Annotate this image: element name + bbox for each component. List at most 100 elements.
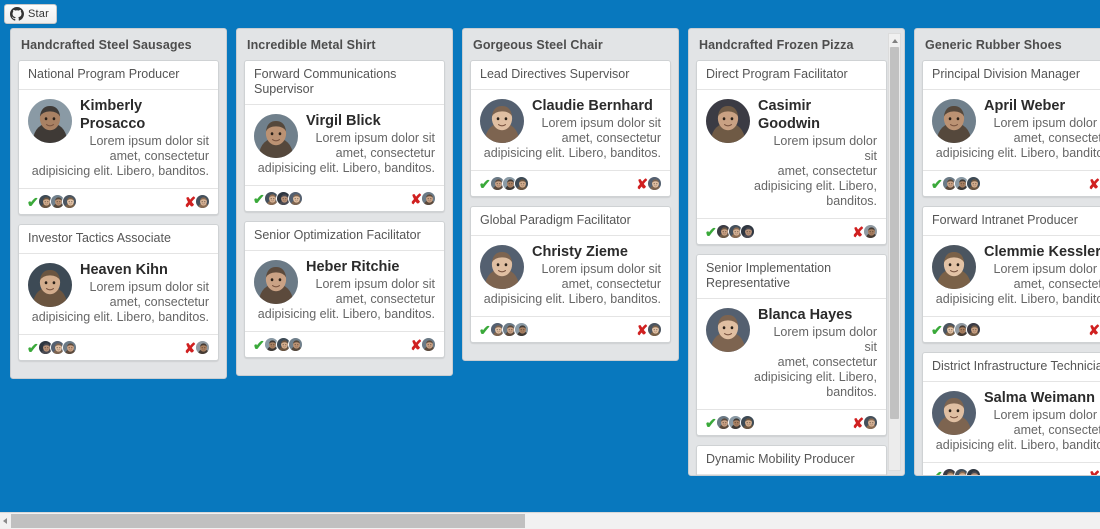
upvote-group[interactable]: ✔ [931,322,981,337]
downvote-group[interactable]: ✘ [1088,468,1100,475]
upvote-group[interactable]: ✔ [931,468,981,475]
column-vertical-scrollbar[interactable] [888,33,901,471]
downvote-group[interactable]: ✘ [184,194,210,209]
board-column: Incredible Metal Shirt Forward Communicat… [236,28,453,376]
column-title: Handcrafted Steel Sausages [21,38,192,52]
downvote-group[interactable]: ✘ [636,322,662,337]
voter-avatar [421,191,436,206]
card-body: Salma Weimann Lorem ipsum dolor sitamet, … [923,382,1100,462]
person-name: Clemmie Kessler [984,244,1100,260]
idea-card[interactable]: District Infrastructure Technician Salma … [922,352,1100,475]
idea-card[interactable]: Dynamic Mobility ProducerDorothy WizaLor… [696,445,887,475]
check-icon[interactable]: ✔ [705,416,717,430]
idea-card[interactable]: Lead Directives Supervisor Claudie Bernha… [470,60,671,197]
person-description-line: amet, consectetur [777,355,877,369]
upvote-group[interactable]: ✔ [705,415,755,430]
person-description: Lorem ipsum dolor sitamet, consecteturad… [936,262,1100,307]
card-body: Clemmie Kessler Lorem ipsum dolor sitamet… [923,236,1100,316]
voter-avatar [513,176,529,191]
downvote-group[interactable]: ✘ [852,224,878,239]
column-title: Gorgeous Steel Chair [473,38,603,52]
vertical-scrollbar-thumb[interactable] [890,47,899,419]
column-card-list: Forward Communications Supervisor Virgil … [237,60,452,375]
horizontal-scrollbar-thumb[interactable] [11,514,525,528]
upvote-group[interactable]: ✔ [705,224,755,239]
person-description-line: Lorem ipsum dolor sit [993,262,1100,276]
check-icon[interactable]: ✔ [931,177,943,191]
downvote-group[interactable]: ✘ [852,415,878,430]
column-card-list: Principal Division Manager April Weber Lor… [915,60,1100,475]
check-icon[interactable]: ✔ [479,323,491,337]
upvote-group[interactable]: ✔ [479,322,529,337]
person-avatar [932,391,976,435]
person-avatar [480,245,524,289]
idea-card[interactable]: Principal Division Manager April Weber Lor… [922,60,1100,197]
check-icon[interactable]: ✔ [253,338,265,352]
horizontal-scrollbar[interactable] [0,512,1100,529]
card-title: Principal Division Manager [923,61,1100,90]
scroll-up-arrow-icon[interactable] [889,34,900,47]
person-description-line: adipisicing elit. Libero, banditos. [483,146,661,160]
kanban-board-app: Star Handcrafted Steel Sausages National … [0,0,1100,529]
idea-card[interactable]: Forward Communications Supervisor Virgil … [244,60,445,212]
person-description-line: adipisicing elit. Libero, banditos. [257,307,435,321]
card-body: Kimberly Prosacco Lorem ipsum dolor sit am… [19,90,218,188]
person-description-line: amet, consectetur [335,146,435,160]
idea-card[interactable]: Investor Tactics Associate Heaven Kihn Lor… [18,224,219,361]
voter-avatar [863,415,878,430]
idea-card[interactable]: Forward Intranet Producer Clemmie Kessler… [922,206,1100,343]
upvote-group[interactable]: ✔ [253,191,303,206]
check-icon[interactable]: ✔ [27,341,39,355]
voter-avatar [647,176,662,191]
person-description: Lorem ipsum dolor sitamet, consecteturad… [484,262,661,307]
voter-avatar [287,191,303,206]
card-body: April Weber Lorem ipsum dolor sitamet, co… [923,90,1100,170]
card-title: District Infrastructure Technician [923,353,1100,382]
idea-card[interactable]: Global Paradigm Facilitator Christy Zieme… [470,206,671,343]
check-icon[interactable]: ✔ [705,225,717,239]
person-description-line: adipisicing elit. Libero, banditos. [935,292,1100,306]
scroll-left-arrow-icon[interactable] [0,513,10,529]
person-avatar [932,99,976,143]
board-column: Handcrafted Steel Sausages National Progr… [10,28,227,379]
upvote-group[interactable]: ✔ [27,194,77,209]
person-description: Lorem ipsum dolor sitamet, consecteturad… [754,134,877,209]
idea-card[interactable]: Senior Optimization Facilitator Heber Rit… [244,221,445,358]
downvote-group[interactable]: ✘ [410,337,436,352]
downvote-group[interactable]: ✘ [1088,322,1100,337]
upvote-group[interactable]: ✔ [931,176,981,191]
voter-avatar [513,322,529,337]
idea-card[interactable]: National Program Producer Kimberly Prosac… [18,60,219,215]
upvote-group[interactable]: ✔ [253,337,303,352]
idea-card[interactable]: Direct Program Facilitator Casimir Goodwi… [696,60,887,245]
card-vote-footer: ✔✘ [471,316,670,342]
card-body: Casimir Goodwin Lorem ipsum dolor sit amet… [697,90,886,218]
check-icon[interactable]: ✔ [479,177,491,191]
voter-avatar [965,176,981,191]
person-name: Heber Ritchie [306,259,400,275]
idea-card[interactable]: Senior Implementation Representative Blan… [696,254,887,436]
downvote-group[interactable]: ✘ [1088,176,1100,191]
check-icon[interactable]: ✔ [253,192,265,206]
check-icon[interactable]: ✔ [931,323,943,337]
check-icon[interactable]: ✔ [27,195,39,209]
board-column: Handcrafted Frozen Pizza Direct Program F… [688,28,905,476]
downvote-group[interactable]: ✘ [636,176,662,191]
person-name: Kimberly Prosacco [80,98,146,132]
downvote-group[interactable]: ✘ [184,340,210,355]
card-vote-footer: ✔✘ [697,218,886,244]
card-title: Forward Intranet Producer [923,207,1100,236]
person-description: Lorem ipsum dolor sitamet, consecteturad… [258,277,435,322]
card-vote-footer: ✔✘ [697,409,886,435]
person-description-line: amet, consectetur [561,277,661,291]
voter-avatar [739,224,755,239]
github-icon [10,7,24,21]
person-description-line: adipisicing elit. Libero, banditos. [935,438,1100,452]
person-name: Blanca Hayes [758,307,853,323]
github-star-button[interactable]: Star [4,4,57,24]
upvote-group[interactable]: ✔ [27,340,77,355]
card-title: Senior Optimization Facilitator [245,222,444,251]
downvote-group[interactable]: ✘ [410,191,436,206]
check-icon[interactable]: ✔ [931,469,943,476]
upvote-group[interactable]: ✔ [479,176,529,191]
